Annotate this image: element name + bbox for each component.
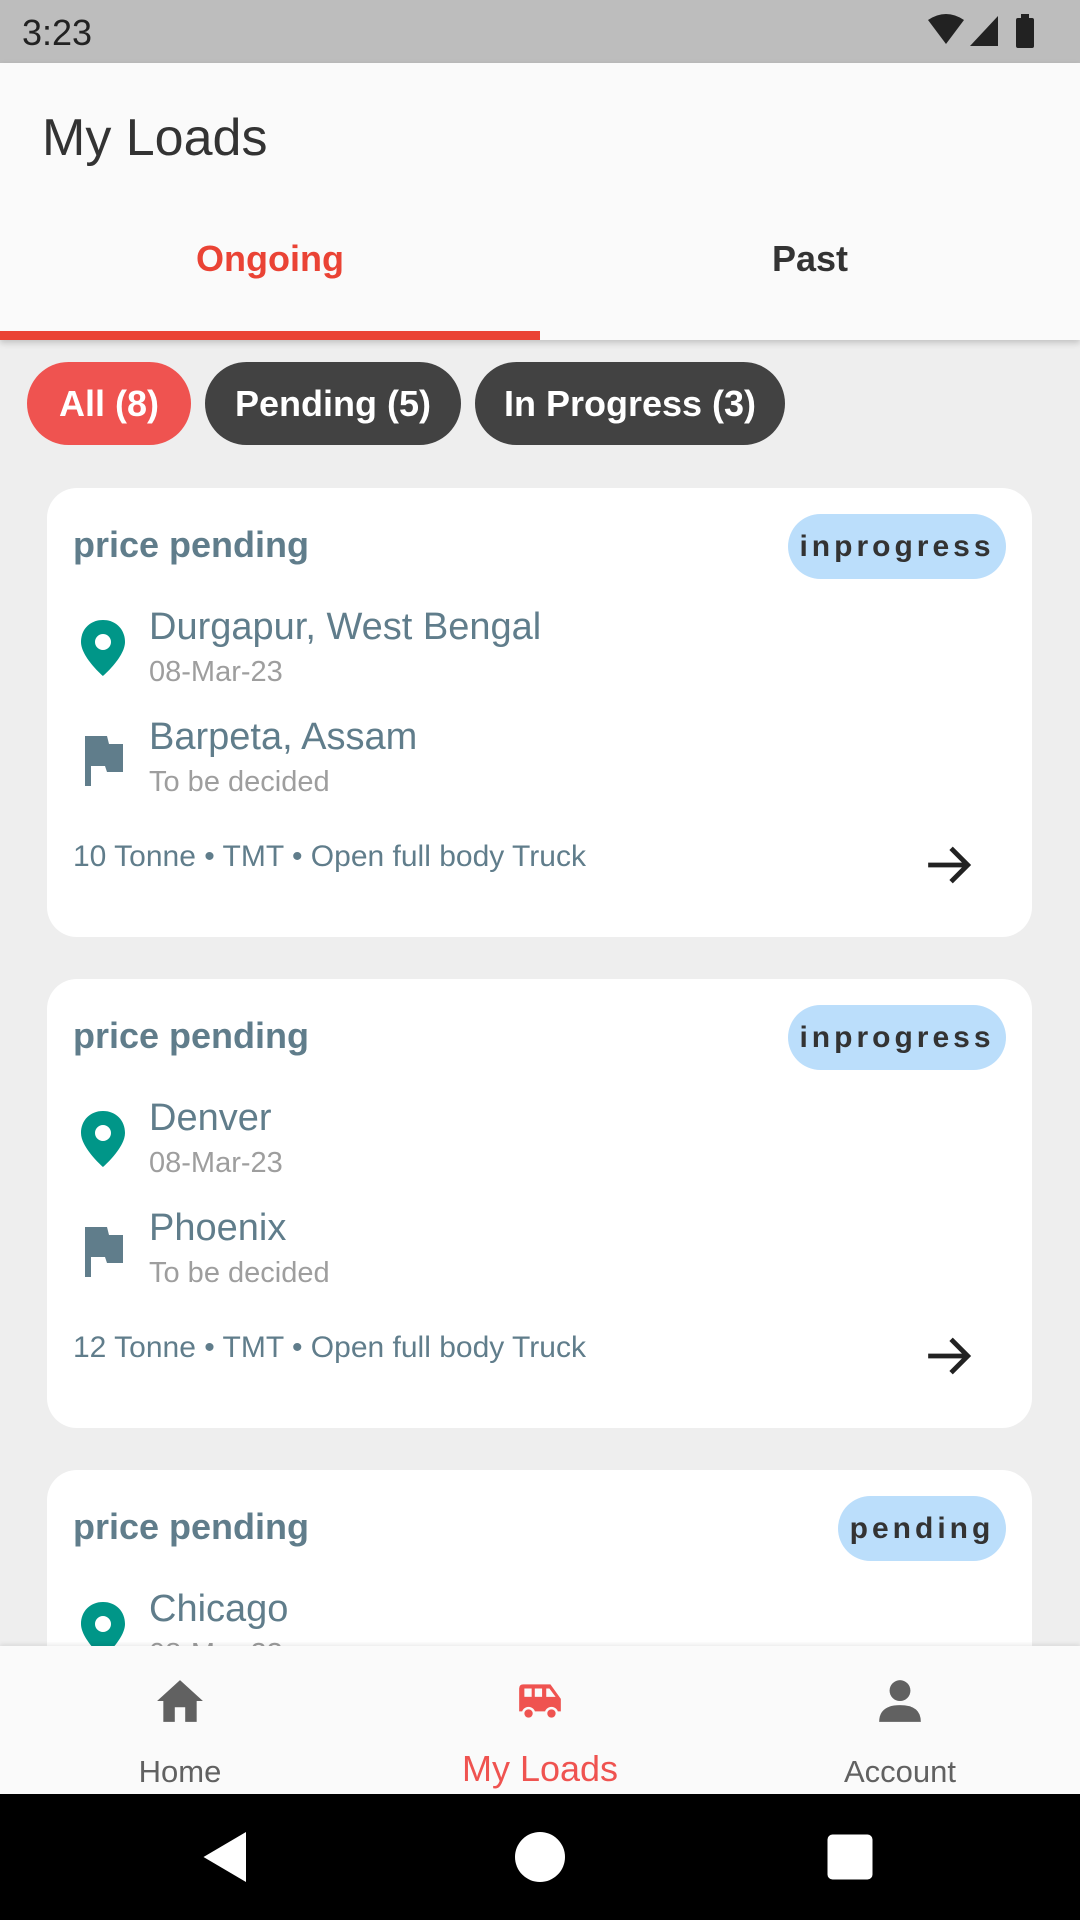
origin-date: 08-Mar-23 [149, 656, 283, 688]
destination-name: Barpeta, Assam [149, 716, 418, 758]
back-icon[interactable] [196, 1827, 256, 1887]
status-badge: inprogress [788, 514, 1006, 579]
load-summary: 12 Tonne • TMT • Open full body Truck [73, 1331, 586, 1364]
truck-icon [519, 1684, 561, 1721]
origin-name: Chicago [149, 1588, 289, 1630]
load-summary: 10 Tonne • TMT • Open full body Truck [73, 840, 586, 873]
destination-date: To be decided [149, 1257, 330, 1289]
person-icon [879, 1680, 921, 1722]
wifi-icon [928, 14, 964, 44]
price-label: price pending [73, 524, 310, 565]
filter-chip-all[interactable]: All (8) [27, 362, 191, 445]
tab-indicator [0, 331, 540, 340]
tab-past[interactable]: Past [540, 238, 1080, 280]
bottom-navigation: Home My Loads Account [0, 1646, 1080, 1794]
nav-item-my-loads[interactable]: My Loads [360, 1646, 720, 1794]
status-badge: inprogress [788, 1005, 1006, 1070]
recents-icon[interactable] [820, 1827, 880, 1887]
page-title: My Loads [42, 109, 268, 167]
load-card[interactable]: price pending inprogress Denver 08-Mar-2… [47, 979, 1032, 1428]
price-label: price pending [73, 1506, 310, 1547]
status-icons [926, 12, 1056, 52]
home-icon [157, 1680, 203, 1722]
filter-chip-in-progress[interactable]: In Progress (3) [475, 362, 785, 445]
destination-name: Phoenix [149, 1207, 287, 1249]
home-circle-icon[interactable] [510, 1827, 570, 1887]
app-bar: My Loads Ongoing Past [0, 63, 1080, 340]
signal-icon [970, 16, 998, 46]
nav-item-home[interactable]: Home [0, 1646, 360, 1794]
nav-label-home: Home [138, 1754, 222, 1789]
location-pin-icon [81, 1111, 125, 1167]
filter-chip-pending[interactable]: Pending (5) [205, 362, 461, 445]
battery-icon [1016, 14, 1034, 48]
tab-ongoing[interactable]: Ongoing [0, 238, 540, 280]
status-bar: 3:23 [0, 0, 1080, 63]
status-badge: pending [838, 1496, 1006, 1561]
system-navigation-bar [0, 1794, 1080, 1920]
nav-label-my-loads: My Loads [461, 1748, 619, 1789]
price-label: price pending [73, 1015, 310, 1056]
flag-icon [85, 1227, 123, 1277]
arrow-right-icon[interactable] [924, 840, 974, 890]
flag-icon [85, 736, 123, 786]
origin-name: Denver [149, 1097, 272, 1139]
arrow-right-icon[interactable] [924, 1331, 974, 1381]
origin-name: Durgapur, West Bengal [149, 606, 542, 648]
nav-label-account: Account [843, 1754, 956, 1789]
location-pin-icon [81, 620, 125, 676]
origin-date: 08-Mar-23 [149, 1147, 283, 1179]
nav-item-account[interactable]: Account [720, 1646, 1080, 1794]
load-card[interactable]: price pending inprogress Durgapur, West … [47, 488, 1032, 937]
status-time: 3:23 [22, 12, 93, 53]
destination-date: To be decided [149, 766, 330, 798]
